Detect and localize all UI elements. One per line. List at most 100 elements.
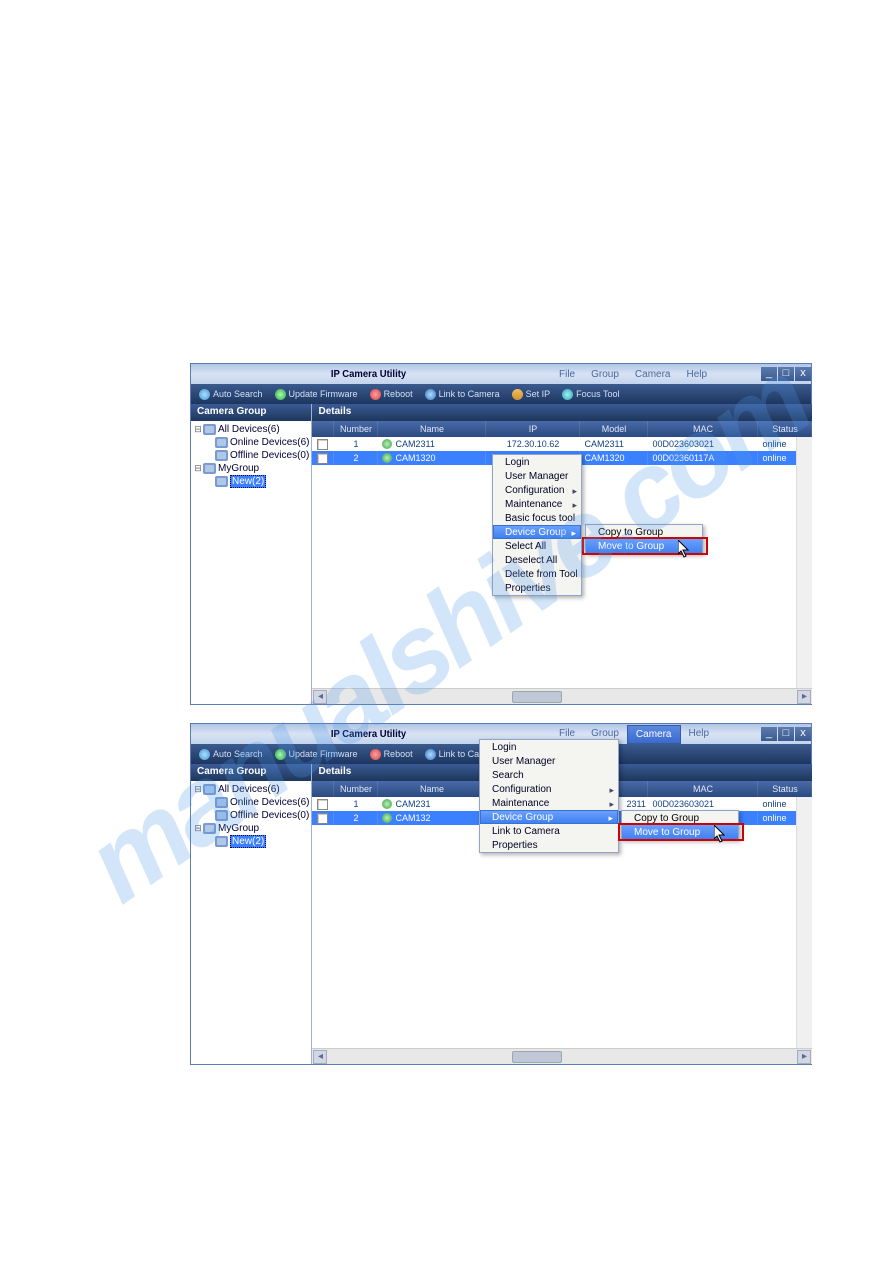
context-menu: Login User Manager Configuration Mainten…: [492, 454, 582, 596]
tree-mygroup[interactable]: ⊟MyGroup: [193, 822, 309, 835]
update-firmware-button[interactable]: Update Firmware: [271, 389, 362, 400]
ctx-delete[interactable]: Delete from Tool: [493, 567, 581, 581]
folder-icon: [215, 797, 228, 808]
folder-icon: [215, 476, 228, 487]
menu-file[interactable]: File: [551, 366, 583, 383]
tree-new-group[interactable]: New(2): [193, 835, 309, 848]
tree-new-group[interactable]: New(2): [193, 475, 309, 488]
titlebar: IP Camera Utility File Group Camera Help…: [191, 364, 811, 384]
menu-login[interactable]: Login: [480, 740, 618, 754]
row-checkbox[interactable]: [317, 439, 328, 450]
update-icon: [275, 389, 286, 400]
ctx-maintenance[interactable]: Maintenance: [493, 497, 581, 511]
set-ip-button[interactable]: Set IP: [508, 389, 555, 400]
focus-icon: [562, 389, 573, 400]
menu-link-camera[interactable]: Link to Camera: [480, 824, 618, 838]
left-pane: Camera Group ⊟All Devices(6) Online Devi…: [191, 404, 312, 704]
update-firmware-button[interactable]: Update Firmware: [271, 749, 362, 760]
focus-tool-button[interactable]: Focus Tool: [558, 389, 623, 400]
ctx-deselect-all[interactable]: Deselect All: [493, 553, 581, 567]
row-checkbox[interactable]: [317, 813, 328, 824]
tree-offline[interactable]: Offline Devices(0): [193, 449, 309, 462]
minimize-button[interactable]: _: [761, 727, 777, 741]
auto-search-button[interactable]: Auto Search: [195, 389, 267, 400]
col-number[interactable]: Number: [334, 781, 378, 797]
row-checkbox[interactable]: [317, 799, 328, 810]
close-button[interactable]: x: [795, 727, 811, 741]
device-tree[interactable]: ⊟All Devices(6) Online Devices(6) Offlin…: [191, 421, 311, 704]
tree-online[interactable]: Online Devices(6): [193, 436, 309, 449]
reboot-icon: [370, 749, 381, 760]
ctx-user-manager[interactable]: User Manager: [493, 469, 581, 483]
ctx-device-group[interactable]: Device Group: [493, 525, 581, 539]
menu-group[interactable]: Group: [583, 366, 627, 383]
ctx-configuration[interactable]: Configuration: [493, 483, 581, 497]
tree-mygroup[interactable]: ⊟MyGroup: [193, 462, 309, 475]
ctx-select-all[interactable]: Select All: [493, 539, 581, 553]
auto-search-button[interactable]: Auto Search: [195, 749, 267, 760]
col-name[interactable]: Name: [378, 421, 486, 437]
menu-configuration[interactable]: Configuration: [480, 782, 618, 796]
grid-header: Number Name IP Model MAC Status: [312, 421, 812, 437]
camera-icon: [382, 453, 392, 463]
maximize-button[interactable]: □: [778, 367, 794, 381]
row-checkbox[interactable]: [317, 453, 328, 464]
col-ip[interactable]: IP: [486, 421, 580, 437]
ctx-basic-focus[interactable]: Basic focus tool: [493, 511, 581, 525]
col-mac[interactable]: MAC: [648, 421, 758, 437]
reboot-button[interactable]: Reboot: [366, 749, 417, 760]
tree-all-devices[interactable]: ⊟All Devices(6): [193, 423, 309, 436]
minimize-button[interactable]: _: [761, 367, 777, 381]
menu-search[interactable]: Search: [480, 768, 618, 782]
col-model[interactable]: Model: [580, 421, 648, 437]
scroll-left-icon[interactable]: ◂: [313, 1050, 327, 1064]
left-pane: Camera Group ⊟All Devices(6) Online Devi…: [191, 764, 312, 1064]
col-name[interactable]: Name: [378, 781, 486, 797]
update-icon: [275, 749, 286, 760]
sub-copy-to-group[interactable]: Copy to Group: [622, 811, 738, 825]
menu-help[interactable]: Help: [681, 725, 718, 744]
menu-camera[interactable]: Camera: [627, 725, 681, 744]
col-status[interactable]: Status: [758, 421, 812, 437]
reboot-button[interactable]: Reboot: [366, 389, 417, 400]
folder-icon: [215, 836, 228, 847]
camera-icon: [382, 799, 392, 809]
horizontal-scrollbar[interactable]: ◂ ▸: [312, 688, 812, 704]
horizontal-scrollbar[interactable]: ◂ ▸: [312, 1048, 812, 1064]
folder-icon: [215, 437, 228, 448]
tree-all-devices[interactable]: ⊟All Devices(6): [193, 783, 309, 796]
folder-icon: [215, 810, 228, 821]
scroll-right-icon[interactable]: ▸: [797, 690, 811, 704]
menu-maintenance[interactable]: Maintenance: [480, 796, 618, 810]
menu-camera[interactable]: Camera: [627, 366, 679, 383]
tree-offline[interactable]: Offline Devices(0): [193, 809, 309, 822]
ctx-properties[interactable]: Properties: [493, 581, 581, 595]
menu-user-manager[interactable]: User Manager: [480, 754, 618, 768]
menu-properties[interactable]: Properties: [480, 838, 618, 852]
scroll-left-icon[interactable]: ◂: [313, 690, 327, 704]
camera-icon: [382, 439, 392, 449]
menu-device-group[interactable]: Device Group: [480, 810, 618, 824]
menu-help[interactable]: Help: [679, 366, 716, 383]
col-status[interactable]: Status: [758, 781, 812, 797]
ctx-login[interactable]: Login: [493, 455, 581, 469]
pane-header-details: Details: [312, 404, 812, 421]
folder-icon: [203, 784, 216, 795]
col-number[interactable]: Number: [334, 421, 378, 437]
scroll-thumb[interactable]: [512, 1051, 562, 1063]
link-camera-button[interactable]: Link to Camera: [421, 389, 504, 400]
cursor-icon: [714, 825, 728, 843]
setip-icon: [512, 389, 523, 400]
sub-copy-to-group[interactable]: Copy to Group: [586, 525, 702, 539]
close-button[interactable]: x: [795, 367, 811, 381]
scroll-thumb[interactable]: [512, 691, 562, 703]
col-mac[interactable]: MAC: [648, 781, 758, 797]
tree-online[interactable]: Online Devices(6): [193, 796, 309, 809]
scroll-right-icon[interactable]: ▸: [797, 1050, 811, 1064]
folder-icon: [203, 463, 216, 474]
app-title: IP Camera Utility: [247, 729, 489, 740]
table-row[interactable]: 1 CAM2311 172.30.10.62 CAM2311 00D023603…: [312, 437, 812, 451]
pane-header-camera-group: Camera Group: [191, 764, 311, 781]
device-tree[interactable]: ⊟All Devices(6) Online Devices(6) Offlin…: [191, 781, 311, 1064]
maximize-button[interactable]: □: [778, 727, 794, 741]
